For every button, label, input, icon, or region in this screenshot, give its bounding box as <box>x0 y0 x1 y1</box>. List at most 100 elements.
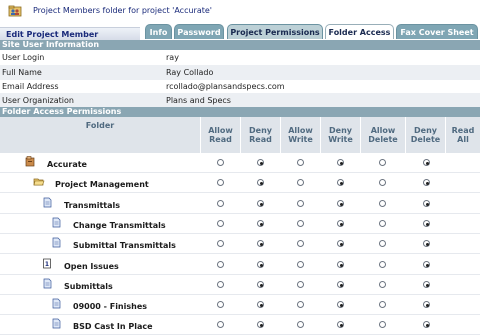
column-header-allow-read: Allow Read <box>200 117 240 153</box>
window-titlebar: Project Members folder for project 'Accu… <box>0 0 480 22</box>
allow-delete-radio[interactable] <box>379 301 386 308</box>
allow-delete-radio[interactable] <box>379 179 386 186</box>
column-header-allow-write: Allow Write <box>280 117 320 153</box>
tab-folder-access[interactable]: Folder Access <box>325 24 394 39</box>
folder-name[interactable]: Open Issues <box>64 262 119 271</box>
deny-delete-radio[interactable] <box>423 220 430 227</box>
deny-delete-radio[interactable] <box>423 240 430 247</box>
allow-delete-radio[interactable] <box>379 321 386 328</box>
document-icon[interactable] <box>51 237 61 248</box>
allow-read-radio[interactable] <box>217 179 224 186</box>
deny-write-radio[interactable] <box>337 321 344 328</box>
column-header-read-all: Read All <box>445 117 480 153</box>
allow-delete-radio[interactable] <box>379 220 386 227</box>
deny-write-radio[interactable] <box>337 301 344 308</box>
permission-row: Submittals <box>0 275 480 295</box>
deny-read-radio[interactable] <box>257 240 264 247</box>
allow-delete-radio[interactable] <box>379 281 386 288</box>
deny-read-radio[interactable] <box>257 281 264 288</box>
allow-write-radio[interactable] <box>297 159 304 166</box>
deny-delete-radio[interactable] <box>423 281 430 288</box>
allow-write-radio[interactable] <box>297 179 304 186</box>
allow-read-radio[interactable] <box>217 321 224 328</box>
allow-write-radio[interactable] <box>297 220 304 227</box>
info-value: Plans and Specs <box>166 96 231 105</box>
folder-name[interactable]: Accurate <box>47 160 87 169</box>
allow-write-radio[interactable] <box>297 240 304 247</box>
allow-write-radio[interactable] <box>297 281 304 288</box>
allow-delete-radio[interactable] <box>379 200 386 207</box>
row-divider <box>0 253 480 254</box>
deny-read-radio[interactable] <box>257 301 264 308</box>
allow-write-radio[interactable] <box>297 200 304 207</box>
folder-name[interactable]: 09000 - Finishes <box>73 302 147 311</box>
folder-name[interactable]: Change Transmittals <box>73 221 166 230</box>
folder-name[interactable]: BSD Cast In Place <box>73 322 153 331</box>
tab-project-permissions[interactable]: Project Permissions <box>227 24 323 39</box>
allow-write-radio[interactable] <box>297 301 304 308</box>
folder-name[interactable]: Transmittals <box>64 201 120 210</box>
deny-write-radio[interactable] <box>337 159 344 166</box>
allow-delete-radio[interactable] <box>379 159 386 166</box>
allow-read-radio[interactable] <box>217 281 224 288</box>
deny-write-radio[interactable] <box>337 261 344 268</box>
issue-document-icon[interactable]: 1 <box>42 258 52 269</box>
info-value: rcollado@plansandspecs.com <box>166 82 285 91</box>
allow-read-radio[interactable] <box>217 261 224 268</box>
deny-read-radio[interactable] <box>257 200 264 207</box>
folder-name[interactable]: Submittal Transmittals <box>73 241 176 250</box>
deny-read-radio[interactable] <box>257 179 264 186</box>
project-cabinet-icon[interactable] <box>25 156 35 167</box>
deny-delete-radio[interactable] <box>423 321 430 328</box>
folder-name[interactable]: Project Management <box>55 180 149 189</box>
permission-row: Change Transmittals <box>0 214 480 234</box>
allow-read-radio[interactable] <box>217 159 224 166</box>
document-icon[interactable] <box>51 217 61 228</box>
deny-delete-radio[interactable] <box>423 261 430 268</box>
deny-read-radio[interactable] <box>257 261 264 268</box>
permissions-column-headers: Folder Allow Read Deny Read Allow Write … <box>0 117 480 153</box>
tab-info[interactable]: Info <box>145 24 172 39</box>
deny-read-radio[interactable] <box>257 321 264 328</box>
deny-write-radio[interactable] <box>337 220 344 227</box>
window-title: Project Members folder for project 'Accu… <box>33 6 212 15</box>
info-label: User Organization <box>2 96 74 105</box>
allow-delete-radio[interactable] <box>379 261 386 268</box>
folder-users-icon <box>8 5 22 17</box>
document-icon[interactable] <box>42 197 52 208</box>
info-label: Full Name <box>2 68 42 77</box>
allow-write-radio[interactable] <box>297 321 304 328</box>
allow-read-radio[interactable] <box>217 240 224 247</box>
folder-name[interactable]: Submittals <box>64 282 113 291</box>
svg-text:1: 1 <box>45 261 49 268</box>
document-icon[interactable] <box>51 318 61 329</box>
tab-password[interactable]: Password <box>174 24 224 39</box>
deny-write-radio[interactable] <box>337 200 344 207</box>
deny-write-radio[interactable] <box>337 281 344 288</box>
deny-read-radio[interactable] <box>257 159 264 166</box>
deny-delete-radio[interactable] <box>423 159 430 166</box>
document-icon[interactable] <box>51 298 61 309</box>
allow-write-radio[interactable] <box>297 261 304 268</box>
site-user-header: Site User Information <box>0 40 480 50</box>
permission-row: Project Management <box>0 173 480 193</box>
allow-delete-radio[interactable] <box>379 240 386 247</box>
permission-row: Transmittals <box>0 194 480 214</box>
section-label: Edit Project Member <box>0 27 140 40</box>
info-value: ray <box>166 53 179 62</box>
deny-read-radio[interactable] <box>257 220 264 227</box>
deny-write-radio[interactable] <box>337 240 344 247</box>
allow-read-radio[interactable] <box>217 301 224 308</box>
document-icon[interactable] <box>42 278 52 289</box>
column-header-allow-delete: Allow Delete <box>360 117 405 153</box>
allow-read-radio[interactable] <box>217 220 224 227</box>
permission-row: 1 Open Issues <box>0 255 480 275</box>
deny-delete-radio[interactable] <box>423 301 430 308</box>
open-folder-icon[interactable] <box>33 176 45 187</box>
info-row-fullname: Full Name Ray Collado <box>0 65 480 80</box>
tab-fax-cover-sheet[interactable]: Fax Cover Sheet <box>396 24 478 39</box>
deny-delete-radio[interactable] <box>423 179 430 186</box>
deny-delete-radio[interactable] <box>423 200 430 207</box>
allow-read-radio[interactable] <box>217 200 224 207</box>
deny-write-radio[interactable] <box>337 179 344 186</box>
